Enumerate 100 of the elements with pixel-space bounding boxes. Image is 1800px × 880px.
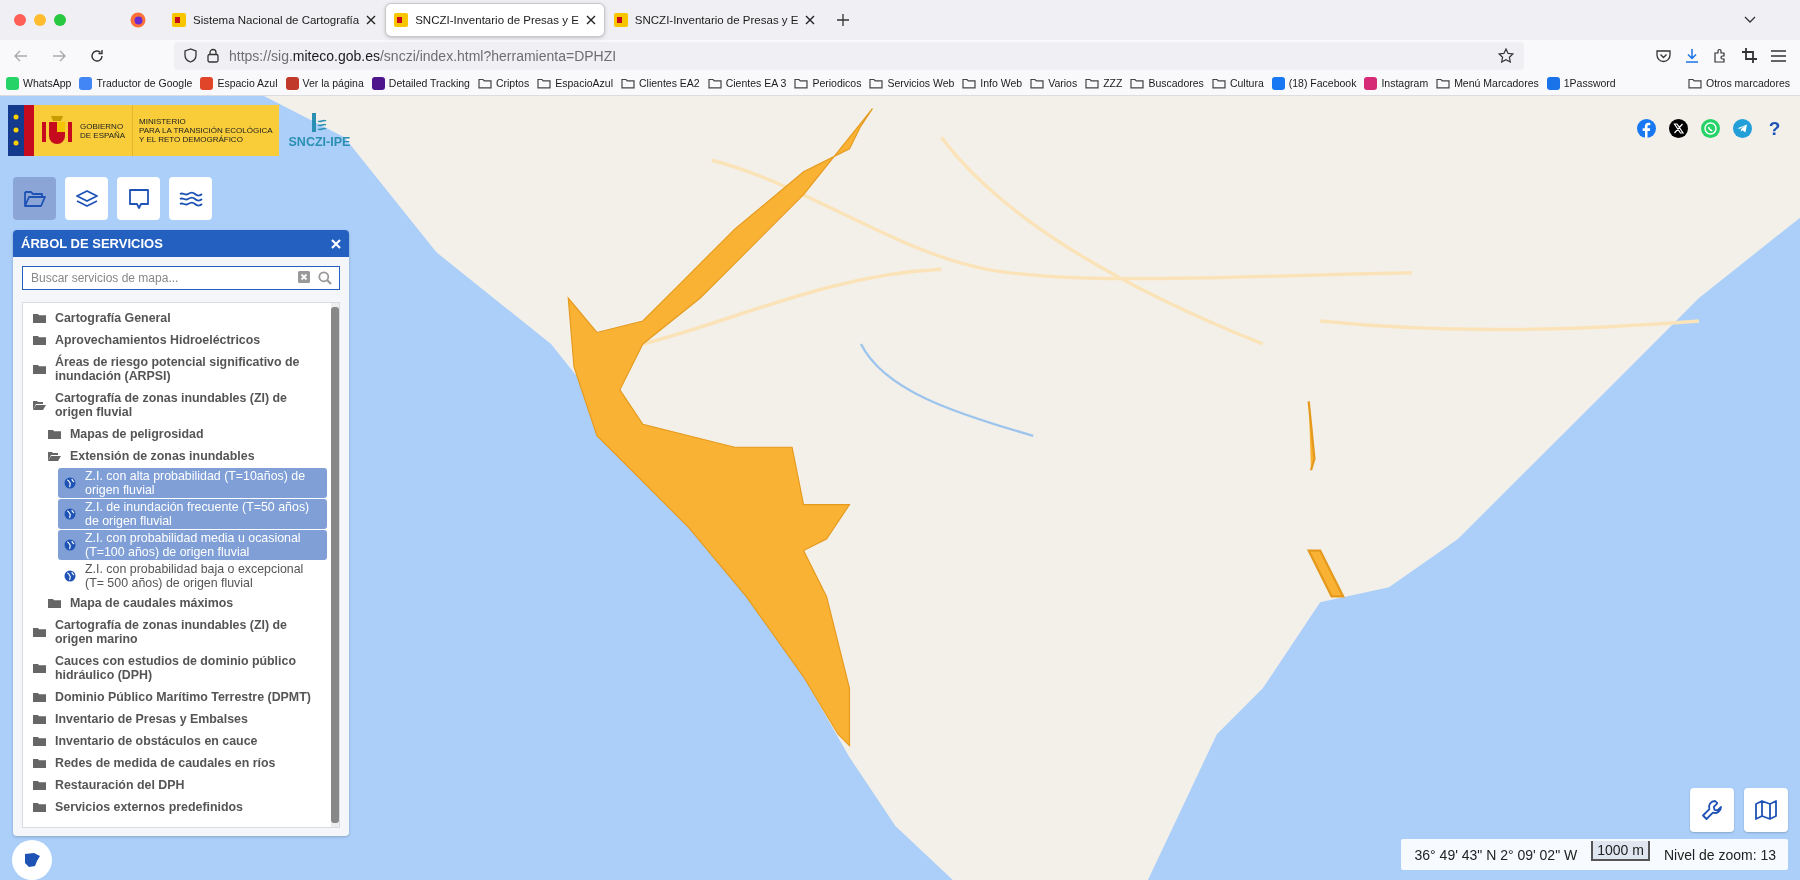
bookmark-link[interactable]: Varios [1030,77,1078,89]
folder-icon [1030,77,1045,89]
folder-icon [962,77,977,89]
folder-icon [48,428,61,440]
search-field[interactable]: Buscar servicios de mapa... [22,266,340,290]
bookmark-link[interactable]: Traductor de Google [79,76,193,90]
folder-icon [1130,77,1145,89]
folder-item[interactable]: Mapas de peligrosidad [48,423,327,445]
folder-icon [869,77,884,89]
comment-button[interactable] [117,177,160,220]
flag-stripe-drawing [8,105,34,156]
folder-item[interactable]: Servicios externos predefinidos [33,796,327,818]
bookmark-link[interactable]: Ver la página [285,76,364,90]
folder-icon [33,801,46,813]
folder-icon [33,312,46,324]
folder-item[interactable]: Mapa de caudales máximos [48,592,327,614]
help-button[interactable]: ? [1765,119,1784,138]
bookmark-link[interactable]: Menú Marcadores [1436,77,1539,89]
bookmark-link[interactable]: ZZZ [1085,77,1123,89]
crop-icon[interactable] [1742,48,1757,63]
globe-icon [64,477,76,489]
globe-icon [64,508,76,520]
folder-icon [621,77,635,89]
folder-item[interactable]: Áreas de riesgo potencial significativo de inundación (ARPSI) [33,351,327,387]
folder-icon [707,77,722,89]
layers-icon [75,189,98,208]
scale-bar: 1000 m [1591,840,1650,861]
folder-icon [1085,77,1100,89]
ministry-name: MINISTERIO PARA LA TRANSICIÓN ECOLÓGICA Y EL RETO DEMOGRÁFICO [139,117,273,144]
folder-item[interactable]: Restauración del DPH [33,774,327,796]
open-folder-icon [33,399,46,411]
folder-item[interactable]: Extensión de zonas inundables [48,445,327,467]
folder-item[interactable]: Inventario de Presas y Embalses [33,708,327,730]
extensions-icon[interactable] [1713,48,1728,63]
folder-item[interactable]: Cauces con estudios de dominio público hidráulico (DPH) [33,650,327,686]
browser-logo-icon[interactable] [130,12,146,28]
water-button[interactable] [169,177,212,220]
scrollbar[interactable] [331,303,339,827]
telegram-icon[interactable] [1733,119,1752,138]
new-tab-icon[interactable] [837,14,850,26]
open-folder-icon [23,189,46,208]
folder-icon [33,662,46,674]
menu-icon[interactable] [1771,49,1786,62]
bookmark-link[interactable]: Detailed Tracking [371,76,470,90]
folder-icon [48,597,61,609]
open-folder-icon [48,450,61,462]
government-name: GOBIERNO DE ESPAÑA [80,105,133,156]
bookmark-link[interactable]: Cientes EA 3 [707,77,787,89]
bookmark-link[interactable]: Servicios Web [869,77,955,89]
close-icon[interactable] [366,15,377,25]
reload-icon[interactable] [90,48,104,63]
folder-button[interactable] [13,177,56,220]
bookmark-link[interactable]: Otros marcadores [1687,77,1790,89]
search-icon[interactable] [318,271,332,285]
browser-tab[interactable]: SNCZI-Inventario de Presas y E [605,4,824,36]
close-window-icon[interactable] [14,14,26,26]
bookmark-link[interactable]: Periodicos [794,77,862,89]
bookmark-link[interactable]: Cultura [1211,77,1264,89]
shield-icon[interactable] [184,48,197,63]
bookmark-link[interactable]: 1Password [1546,76,1616,90]
tools-button[interactable] [1690,788,1734,832]
folder-item[interactable]: Cartografía General [33,307,327,329]
flag-favicon-icon [172,13,186,27]
bookmark-link[interactable]: Buscadores [1130,77,1204,89]
folder-icon [1687,77,1702,89]
star-icon[interactable] [1498,48,1514,63]
basemap-button[interactable] [1744,788,1788,832]
chevron-down-icon[interactable] [1744,16,1756,24]
folder-item[interactable]: Redes de medida de caudales en ríos [33,752,327,774]
bookmark-link[interactable]: Espacio Azul [200,76,278,90]
bookmark-link[interactable]: Info Web [962,77,1023,89]
lock-icon[interactable] [207,48,219,63]
folder-item[interactable]: Inventario de obstáculos en cauce [33,730,327,752]
address-bar[interactable]: https://sig.miteco.gob.es/snczi/index.html?herramienta=DPHZI [174,41,1524,70]
close-icon[interactable] [585,15,596,25]
folder-icon [33,691,46,703]
bookmark-link[interactable]: Criptos [477,77,530,89]
folder-icon [537,77,552,89]
folder-item[interactable]: Aprovechamientos Hidroeléctricos [33,329,327,351]
folder-item[interactable]: Dominio Público Marítimo Terrestre (DPMT) [33,686,327,708]
layers-button[interactable] [65,177,108,220]
folder-icon [794,77,809,89]
bookmark-link[interactable]: EspacioAzul [537,77,613,89]
download-icon[interactable] [1685,48,1699,63]
folder-icon [33,757,46,769]
panel-title: ÁRBOL DE SERVICIOS [21,236,163,251]
layer-item[interactable]: Z.I. con probabilidad baja o excepcional (T= 500 años) de origen fluvial [58,561,327,591]
pocket-icon[interactable] [1656,48,1671,63]
bookmark-link[interactable]: (18) Facebook [1271,76,1357,90]
bookmark-link[interactable]: Instagram [1364,76,1429,90]
facebook-icon[interactable] [1637,119,1656,138]
browser-tab[interactable]: SNCZI-Inventario de Presas y E [386,4,604,36]
bookmark-link[interactable]: Clientes EA2 [621,77,700,89]
bookmark-link[interactable]: WhatsApp [6,76,72,90]
clear-icon[interactable] [298,271,310,283]
browser-tab[interactable]: Sistema Nacional de Cartografía [164,4,385,36]
close-icon[interactable] [805,15,816,25]
folder-item[interactable]: Cartografía de zonas inundables (ZI) de origen marino [33,614,327,650]
folder-item[interactable]: Cartografía de zonas inundables (ZI) de origen fluvial [33,387,327,423]
x-logo-icon[interactable] [1669,119,1688,138]
